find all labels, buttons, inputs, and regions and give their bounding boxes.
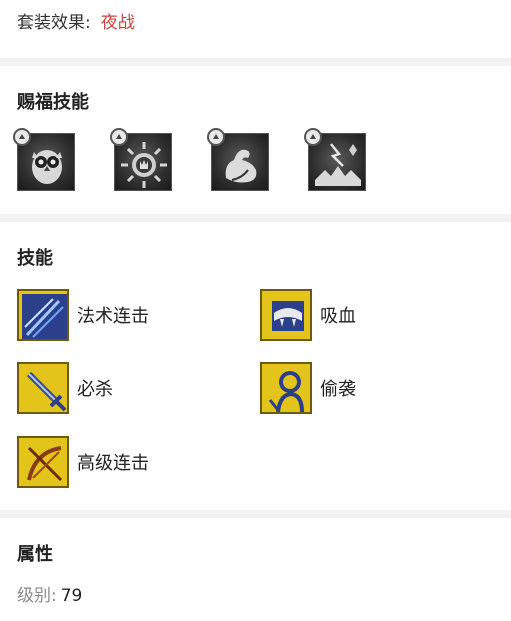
skill-label: 高级连击: [77, 453, 149, 474]
upgrade-badge-icon: [110, 128, 128, 146]
flex-arm-icon[interactable]: [207, 128, 269, 191]
sunburst-icon[interactable]: [110, 128, 172, 191]
skill-sneak-attack[interactable]: 偷袭: [260, 362, 356, 414]
vampire-icon: [260, 289, 312, 341]
skill-spell-strike[interactable]: 法术连击: [17, 289, 149, 341]
skill-label: 偷袭: [320, 379, 356, 400]
set-effect-panel: 套装效果: 夜战: [0, 0, 511, 58]
skill-label: 吸血: [320, 306, 356, 327]
blessing-title: 赐福技能: [17, 92, 89, 113]
set-effect-label: 套装效果:: [17, 13, 91, 33]
upgrade-badge-icon: [207, 128, 225, 146]
sneak-attack-icon: [260, 362, 312, 414]
owl-icon[interactable]: [13, 128, 75, 191]
upgrade-badge-icon: [13, 128, 31, 146]
sword-icon: [17, 362, 69, 414]
set-effect-value: 夜战: [100, 13, 135, 33]
level-value: 79: [60, 586, 83, 606]
advanced-combo-icon: [17, 436, 69, 488]
level-label: 级别:: [17, 586, 57, 606]
skills-title: 技能: [17, 248, 53, 269]
lightning-ground-icon[interactable]: [304, 128, 366, 191]
skill-advanced-combo[interactable]: 高级连击: [17, 436, 149, 488]
attributes-title: 属性: [17, 544, 53, 565]
skill-critical[interactable]: 必杀: [17, 362, 113, 414]
set-effect-row: 套装效果: 夜战: [17, 8, 135, 33]
spell-strike-icon: [17, 289, 69, 341]
skill-vampire[interactable]: 吸血: [260, 289, 356, 341]
skill-label: 必杀: [77, 379, 113, 400]
skill-label: 法术连击: [77, 306, 149, 327]
upgrade-badge-icon: [304, 128, 322, 146]
level-row: 级别: 79: [17, 581, 82, 606]
